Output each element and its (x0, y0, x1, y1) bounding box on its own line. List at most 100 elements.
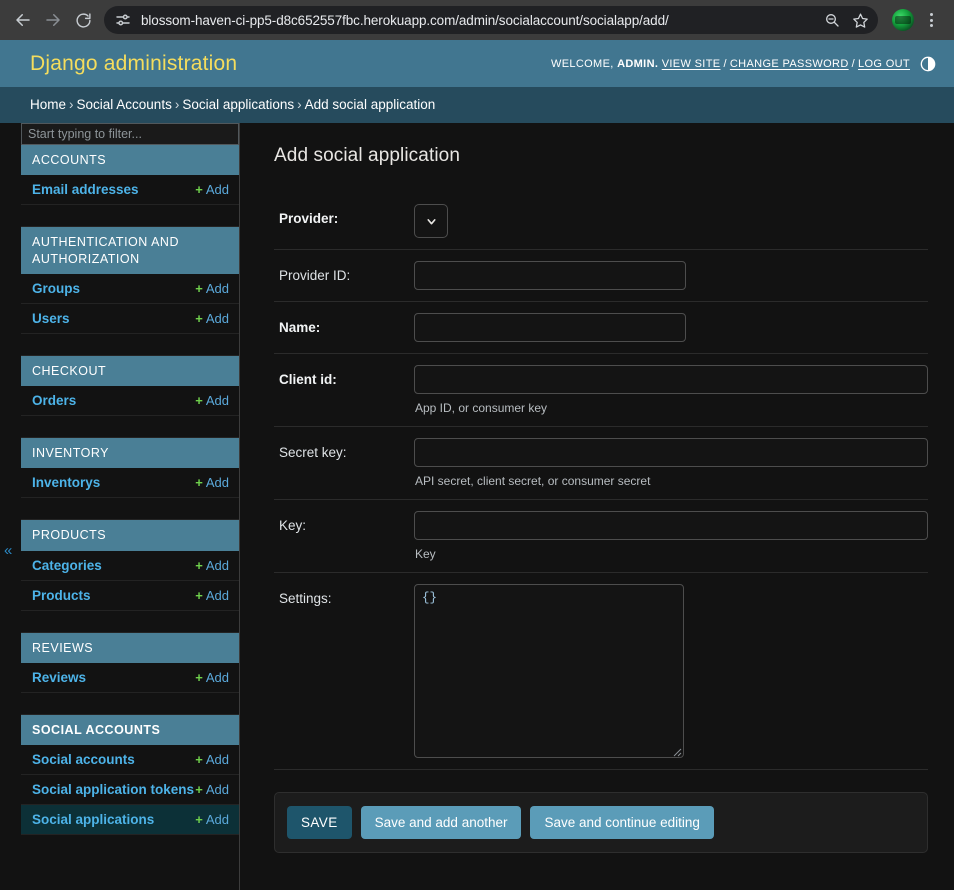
sidebar-app-caption[interactable]: ACCOUNTS (21, 145, 239, 176)
settings-textarea[interactable] (414, 584, 684, 758)
sidebar-app-caption[interactable]: AUTHENTICATION AND AUTHORIZATION (21, 227, 239, 274)
form-row: Key: Key (274, 500, 928, 573)
change-password-link[interactable]: CHANGE PASSWORD (730, 58, 849, 70)
field-control-column: App ID, or consumer key (414, 365, 928, 415)
sidebar-model-row: Products + Add (21, 580, 239, 611)
sidebar-app-caption[interactable]: CHECKOUT (21, 355, 239, 386)
sidebar-item-products[interactable]: Products (32, 588, 91, 603)
django-admin-page: Django administration WELCOME, ADMIN. VI… (0, 40, 954, 890)
plus-icon: + (195, 782, 203, 797)
forward-button[interactable] (38, 5, 68, 35)
key-input[interactable] (414, 511, 928, 540)
sidebar-add-label: Add (205, 182, 229, 198)
save-button[interactable]: SAVE (287, 806, 352, 839)
field-control-column: API secret, client secret, or consumer s… (414, 438, 928, 488)
zoom-out-button[interactable] (818, 6, 846, 34)
log-out-link[interactable]: LOG OUT (858, 58, 910, 70)
sidebar-app-caption[interactable]: SOCIAL ACCOUNTS (21, 714, 239, 745)
plus-icon: + (195, 669, 203, 685)
sidebar-item-groups[interactable]: Groups (32, 281, 80, 296)
sidebar-item-email-addresses[interactable]: Email addresses (32, 182, 139, 197)
zoom-out-icon (826, 14, 839, 27)
sidebar-add-label: Add (205, 310, 229, 326)
sidebar-item-categories[interactable]: Categories (32, 558, 102, 573)
kebab-menu-icon[interactable] (920, 9, 942, 31)
provider-select[interactable] (414, 204, 448, 238)
sidebar-add-link[interactable]: + Add (195, 182, 229, 197)
sidebar-app-caption[interactable]: INVENTORY (21, 438, 239, 469)
sidebar-item-users[interactable]: Users (32, 311, 70, 326)
sidebar-add-link[interactable]: + Add (195, 311, 229, 326)
address-bar[interactable]: blossom-haven-ci-pp5-d8c652557fbc.heroku… (104, 6, 878, 34)
sidebar-add-link[interactable]: + Add (195, 558, 229, 573)
sidebar-app-group: REVIEWS Reviews + Add (21, 632, 239, 693)
sidebar-add-label: Add (205, 557, 229, 573)
sidebar-item-social-accounts[interactable]: Social accounts (32, 752, 135, 767)
sidebar-item-social-applications[interactable]: Social applications (32, 812, 154, 827)
plus-icon: + (195, 280, 203, 296)
sidebar-item-inventorys[interactable]: Inventorys (32, 475, 100, 490)
sidebar-group-spacer (21, 610, 239, 633)
sidebar-filter-container (21, 123, 239, 145)
save-and-add-another-button[interactable]: Save and add another (360, 806, 522, 839)
breadcrumb-separator: › (297, 97, 302, 112)
sidebar-item-orders[interactable]: Orders (32, 393, 76, 408)
field-control-column (414, 313, 928, 342)
bookmark-button[interactable] (846, 6, 874, 34)
admin-header: Django administration WELCOME, ADMIN. VI… (0, 40, 954, 87)
sidebar-add-label: Add (205, 812, 229, 827)
link-separator: / (851, 57, 856, 70)
breadcrumb-home[interactable]: Home (30, 97, 66, 112)
theme-toggle-button[interactable] (920, 56, 936, 72)
reload-icon (75, 12, 91, 28)
field-control-column: Key (414, 511, 928, 561)
sidebar-group-spacer (21, 416, 239, 438)
sidebar-group-spacer (21, 498, 239, 521)
provider-id-input[interactable] (414, 261, 686, 290)
reload-button[interactable] (68, 5, 98, 35)
sidebar-filter-input[interactable] (21, 123, 239, 145)
site-settings-icon[interactable] (114, 11, 132, 29)
breadcrumb-social-accounts[interactable]: Social Accounts (77, 97, 172, 112)
sidebar-add-link[interactable]: + Add (195, 475, 229, 490)
user-tools: WELCOME, ADMIN. VIEW SITE / CHANGE PASSWOR… (551, 56, 936, 72)
sidebar-item-reviews[interactable]: Reviews (32, 670, 86, 685)
link-separator: / (723, 57, 727, 70)
sidebar-toggle-column[interactable]: « (0, 123, 21, 890)
field-help-text: App ID, or consumer key (415, 401, 548, 415)
breadcrumb-social-applications[interactable]: Social applications (182, 97, 294, 112)
sidebar-add-link[interactable]: + Add (195, 782, 229, 797)
sidebar-item-social-application-tokens[interactable]: Social application tokens (32, 782, 194, 797)
save-and-continue-editing-button[interactable]: Save and continue editing (530, 806, 714, 839)
sidebar-add-link[interactable]: + Add (195, 393, 229, 408)
sidebar-add-label: Add (205, 752, 229, 767)
plus-icon: + (195, 393, 203, 408)
breadcrumb-current: Add social application (304, 97, 436, 112)
profile-avatar[interactable] (892, 9, 914, 31)
username-label: ADMIN. (617, 57, 659, 70)
sidebar-add-link[interactable]: + Add (195, 752, 229, 767)
collapse-sidebar-icon[interactable]: « (4, 543, 12, 558)
sidebar-group-spacer (21, 205, 239, 228)
client-id-input[interactable] (414, 365, 928, 394)
name-input[interactable] (414, 313, 686, 342)
welcome-text: WELCOME, (550, 57, 614, 70)
sidebar-model-row: Social application tokens + Add (21, 775, 239, 805)
sidebar-app-caption[interactable]: REVIEWS (21, 632, 239, 663)
secret-key-input[interactable] (414, 438, 928, 467)
sidebar-app-group: ACCOUNTS Email addresses + Add (21, 145, 239, 206)
field-label: Settings: (279, 591, 332, 606)
theme-toggle-icon (920, 56, 936, 71)
sidebar-group-spacer (21, 333, 239, 356)
form-field-list: Provider: Provider ID: Name: Client id: App … (274, 193, 928, 770)
sidebar-add-link[interactable]: + Add (195, 281, 229, 296)
back-button[interactable] (8, 5, 38, 35)
sidebar-app-caption[interactable]: PRODUCTS (21, 520, 239, 551)
sidebar-group-spacer (21, 692, 239, 715)
sidebar-add-link[interactable]: + Add (195, 812, 229, 827)
sidebar-add-link[interactable]: + Add (195, 670, 229, 685)
view-site-link[interactable]: VIEW SITE (662, 58, 721, 70)
sidebar-add-link[interactable]: + Add (195, 588, 229, 603)
site-branding[interactable]: Django administration (30, 52, 237, 76)
sidebar-add-label: Add (205, 280, 229, 296)
